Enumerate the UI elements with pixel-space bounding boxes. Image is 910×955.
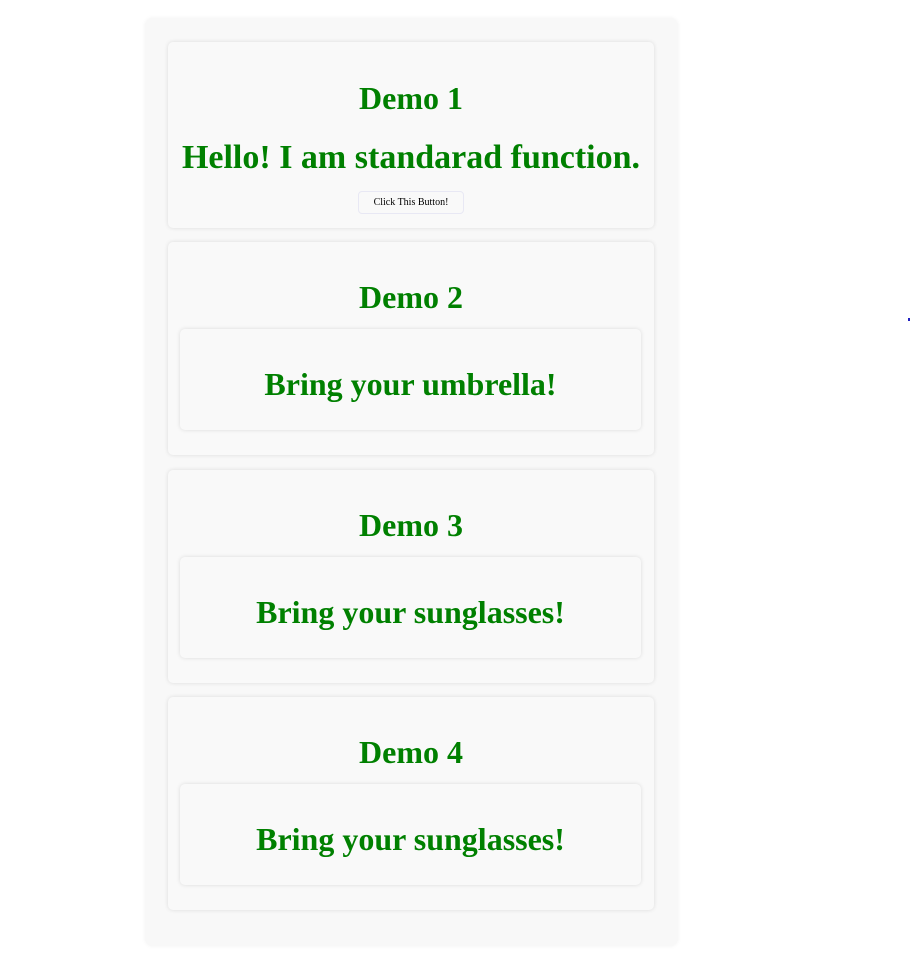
demo-4-message: Bring your sunglasses!: [256, 821, 565, 857]
demo-3-card: Demo 3 Bring your sunglasses!: [168, 470, 654, 683]
demo-2-title: Demo 2: [359, 279, 463, 315]
demo-1-message: Hello! I am standarad function.: [181, 139, 641, 176]
click-this-button[interactable]: Click This Button!: [358, 191, 464, 214]
demo-2-message-box: Bring your umbrella!: [180, 329, 641, 430]
demo-container: Demo 1 Hello! I am standarad function. C…: [145, 18, 678, 946]
demo-4-message-box: Bring your sunglasses!: [180, 784, 641, 885]
demo-1-card: Demo 1 Hello! I am standarad function. C…: [168, 42, 654, 228]
demo-3-title: Demo 3: [359, 507, 463, 543]
demo-4-title: Demo 4: [359, 734, 463, 770]
demo-3-message-box: Bring your sunglasses!: [180, 557, 641, 658]
demo-1-title: Demo 1: [359, 80, 463, 116]
demo-2-card: Demo 2 Bring your umbrella!: [168, 242, 654, 455]
demo-3-message: Bring your sunglasses!: [256, 594, 565, 630]
demo-2-message: Bring your umbrella!: [264, 366, 557, 402]
demo-4-card: Demo 4 Bring your sunglasses!: [168, 697, 654, 910]
